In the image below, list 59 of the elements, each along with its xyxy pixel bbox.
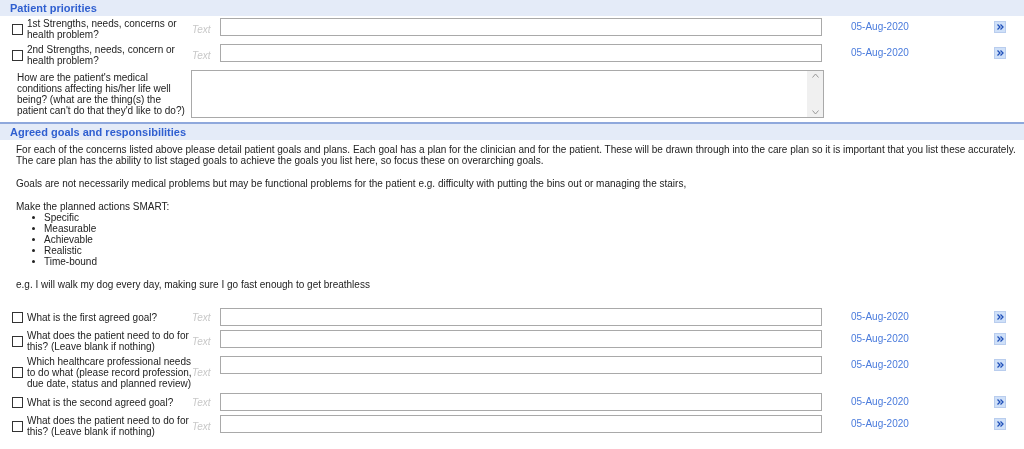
- forward-button[interactable]: [994, 333, 1006, 345]
- bullet-icon: [32, 238, 35, 241]
- instruction-text: e.g. I will walk my dog every day, making sure I go fast enough to get breathless: [16, 279, 371, 290]
- field-label: 2nd Strengths, needs, concern or health problem?: [27, 44, 176, 66]
- section-title: Agreed goals and responsibilities: [10, 126, 187, 138]
- bullet-icon: [32, 260, 35, 263]
- double-chevron-icon: [996, 336, 1004, 342]
- date-link[interactable]: 05-Aug-2020: [851, 330, 971, 348]
- forward-button[interactable]: [994, 311, 1006, 323]
- forward-button[interactable]: [994, 21, 1006, 33]
- bullet-icon: [32, 249, 35, 252]
- field-label: What is the first agreed goal?: [27, 311, 158, 323]
- date-link[interactable]: 05-Aug-2020: [851, 308, 971, 326]
- text-input[interactable]: [220, 44, 822, 62]
- list-item: Specific: [44, 212, 79, 223]
- text-input[interactable]: [220, 356, 822, 374]
- date-link[interactable]: 05-Aug-2020: [851, 393, 971, 411]
- list-item: Realistic: [44, 245, 82, 256]
- double-chevron-icon: [996, 399, 1004, 405]
- date-link[interactable]: 05-Aug-2020: [851, 415, 971, 433]
- section-title: Patient priorities: [10, 2, 97, 14]
- checkbox[interactable]: [12, 396, 23, 408]
- field-label: What is the second agreed goal?: [27, 396, 174, 408]
- date-link[interactable]: 05-Aug-2020: [851, 356, 971, 374]
- forward-button[interactable]: [994, 47, 1006, 59]
- text-input[interactable]: [220, 18, 822, 36]
- list-item: Measurable: [44, 223, 97, 234]
- double-chevron-icon: [996, 24, 1004, 30]
- list-item: Achievable: [44, 234, 93, 245]
- field-label: 1st Strengths, needs, concerns or health problem?: [27, 18, 178, 40]
- checkbox[interactable]: [12, 367, 23, 378]
- field-label: Which healthcare professional needs to do what (please record profession, due date, status and planned review): [27, 356, 192, 389]
- field-label: How are the patient's medical conditions affecting his/her life well being? (what are the thing(s) the patient can't do that they'd like to do?): [17, 72, 185, 116]
- bullet-icon: [32, 227, 35, 230]
- text-input[interactable]: [220, 393, 822, 411]
- double-chevron-icon: [996, 50, 1004, 56]
- text-input[interactable]: [220, 330, 822, 348]
- instruction-text: Goals are not necessarily medical problems but may be functional problems for the patient e.g. difficulty with putting the bins out or managing the stairs,: [16, 178, 688, 189]
- checkbox[interactable]: [12, 23, 23, 35]
- bullet-icon: [32, 216, 35, 219]
- forward-button[interactable]: [994, 396, 1006, 408]
- text-input[interactable]: [220, 308, 822, 326]
- forward-button[interactable]: [994, 359, 1006, 371]
- double-chevron-icon: [996, 421, 1004, 427]
- double-chevron-icon: [996, 362, 1004, 368]
- checkbox[interactable]: [12, 335, 23, 347]
- date-link[interactable]: 05-Aug-2020: [851, 44, 971, 62]
- list-item: Time-bound: [44, 256, 97, 267]
- date-link[interactable]: 05-Aug-2020: [851, 18, 971, 36]
- field-label: What does the patient need to do for this? (Leave blank if nothing): [27, 415, 190, 437]
- checkbox[interactable]: [12, 311, 23, 323]
- text-input[interactable]: [220, 415, 822, 433]
- double-chevron-icon: [996, 314, 1004, 320]
- instruction-text: For each of the concerns listed above please detail patient goals and plans. Each goal has a plan for the clinician and for the patient. These will be drawn through into the care plan so it is important that you list these accurately. The care plan has the ability to list staged goals to achieve the goals you list here, so focus these on overarching goals.: [16, 144, 1016, 166]
- checkbox[interactable]: [12, 420, 23, 432]
- forward-button[interactable]: [994, 418, 1006, 430]
- checkbox[interactable]: [12, 49, 23, 61]
- instruction-text: Make the planned actions SMART:: [16, 201, 171, 212]
- field-label: What does the patient need to do for this? (Leave blank if nothing): [27, 330, 190, 352]
